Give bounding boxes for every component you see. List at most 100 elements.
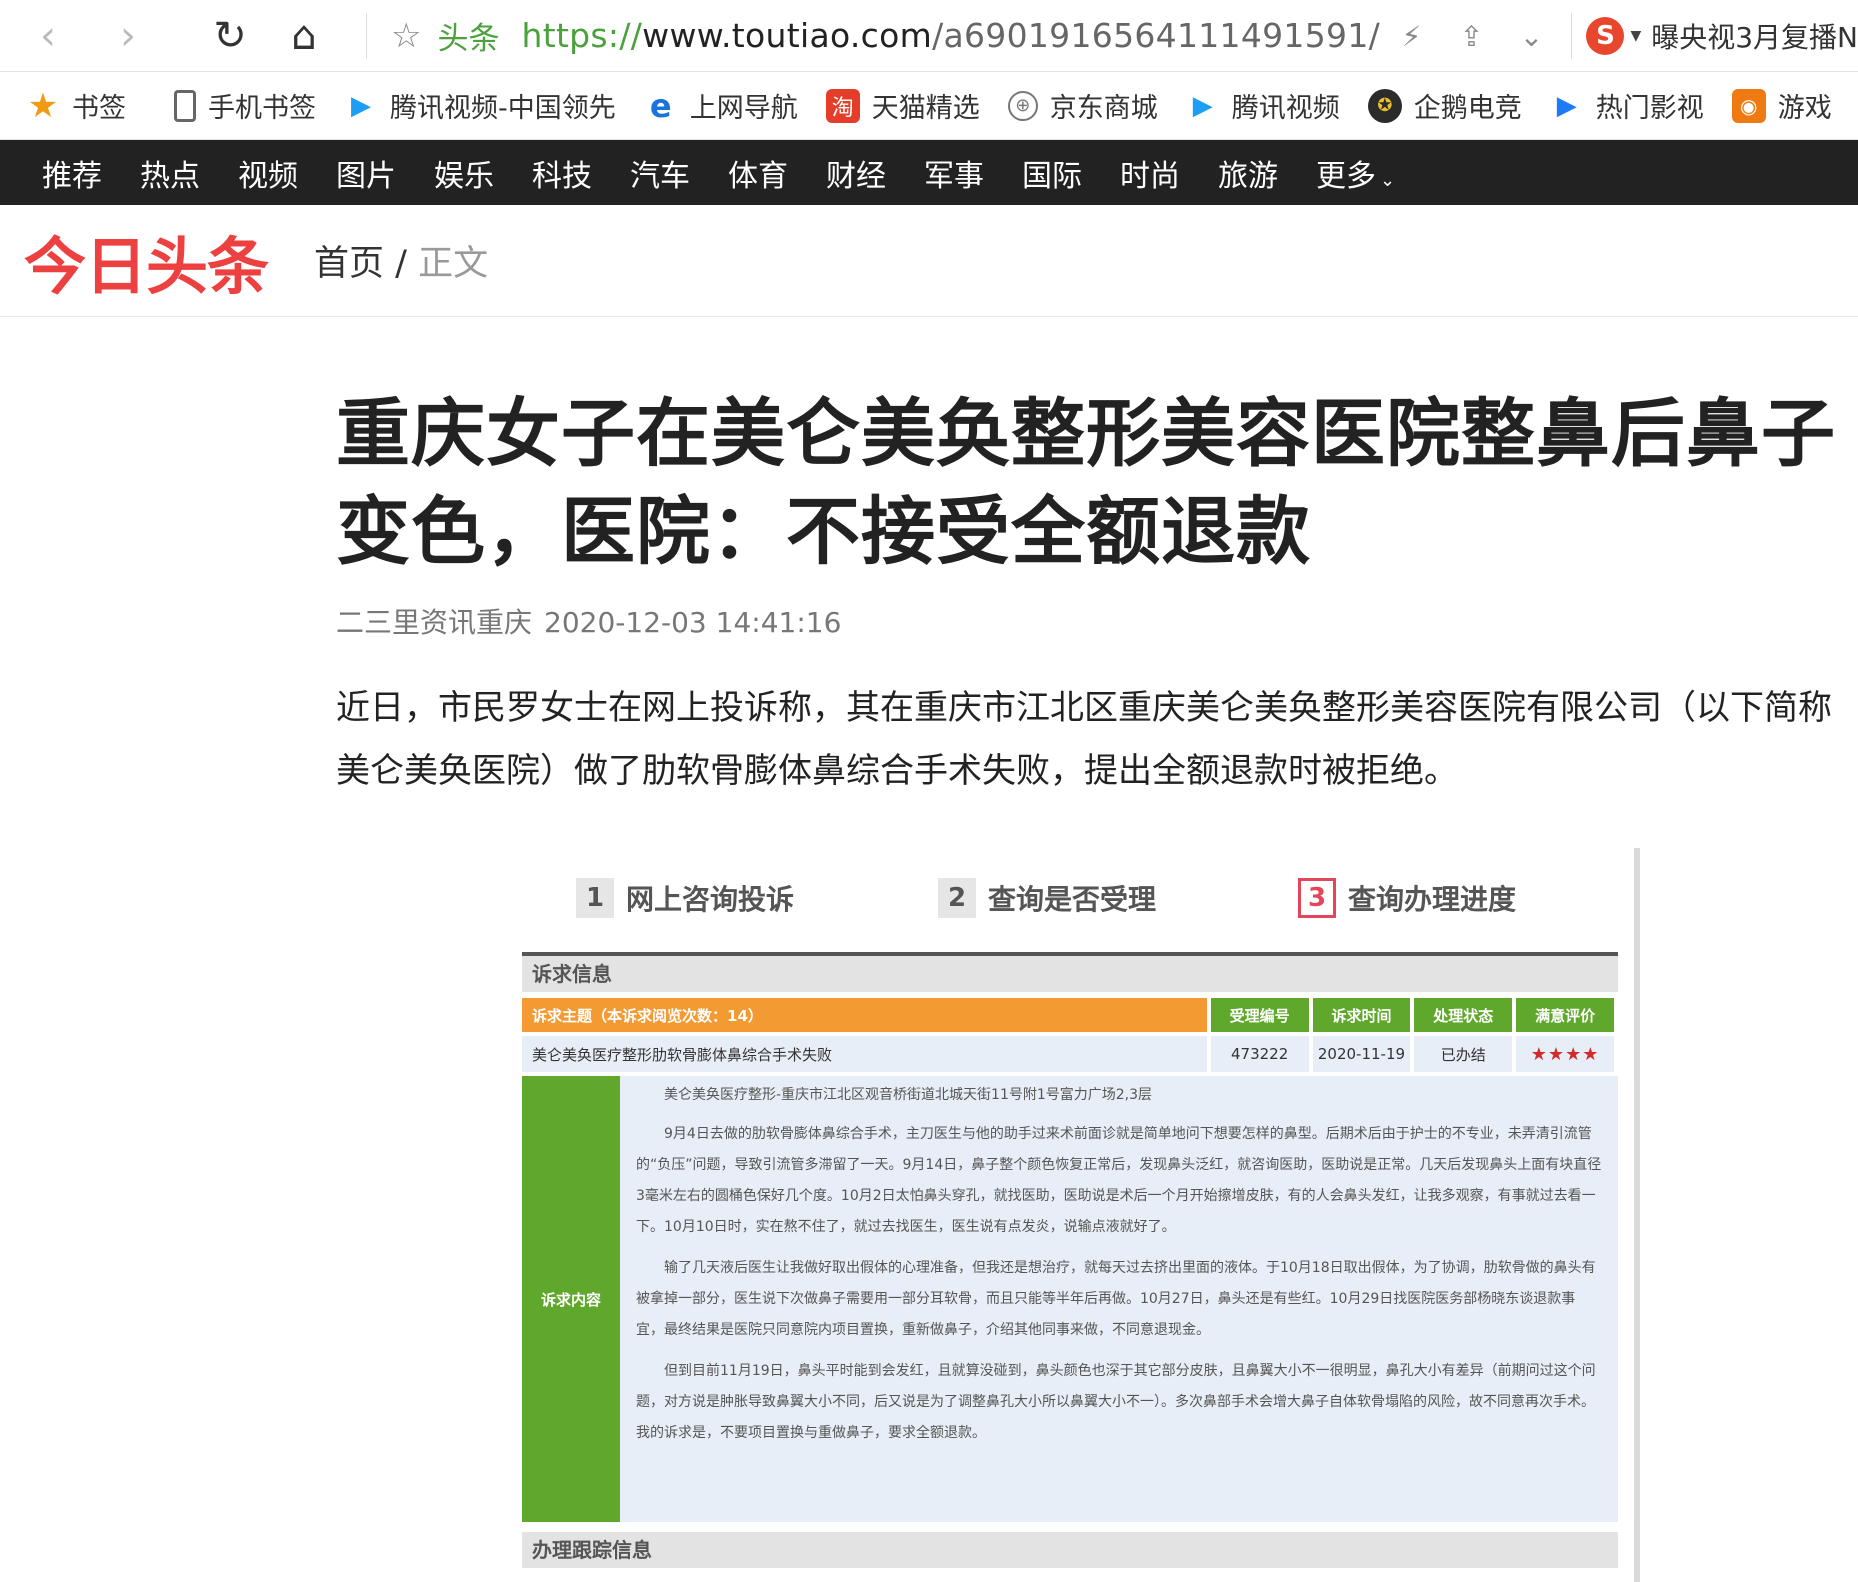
film-icon: ▶ bbox=[1556, 90, 1577, 121]
step-item: 3 查询办理进度 bbox=[1298, 878, 1516, 918]
search-hint[interactable]: 曝央视3月复播N bbox=[1651, 16, 1858, 56]
bookmark-label: 上网导航 bbox=[689, 93, 798, 124]
step-item: 1 网上咨询投诉 bbox=[576, 878, 794, 918]
bookmark-item[interactable]: ⊕ 京东商城 bbox=[1007, 86, 1158, 125]
bookmark-item[interactable]: 手机书签 bbox=[174, 86, 316, 125]
section-title: 办理跟踪信息 bbox=[522, 1532, 1618, 1568]
back-arrow-icon[interactable]: ‹ bbox=[20, 8, 76, 64]
step-number: 2 bbox=[938, 878, 977, 918]
bookmark-label: 腾讯视频-中国领先 bbox=[390, 93, 616, 124]
content-body: 美仑美奂医疗整形-重庆市江北区观音桥街道北城天街11号附1号富力广场2,3层 9… bbox=[620, 1076, 1618, 1522]
tencent-video-icon: ▶ bbox=[351, 90, 371, 121]
nav-item[interactable]: 财经 bbox=[826, 151, 886, 195]
esports-icon: ✪ bbox=[1367, 88, 1402, 123]
bookmark-label: 游戏 bbox=[1777, 93, 1832, 124]
nav-item[interactable]: 军事 bbox=[924, 151, 984, 195]
url-field[interactable]: https://www.toutiao.com/a690191656411149… bbox=[521, 16, 1380, 55]
header-time: 诉求时间 bbox=[1312, 998, 1411, 1032]
reload-icon[interactable]: ↻ bbox=[202, 8, 258, 64]
url-path: /a6901916564111491591/ bbox=[932, 16, 1381, 55]
nav-item[interactable]: 热点 bbox=[140, 151, 200, 195]
logo[interactable]: 今日头条 bbox=[24, 216, 269, 306]
bookmark-item[interactable]: ▶ 腾讯视频 bbox=[1186, 86, 1340, 125]
url-host: www.toutiao.com bbox=[642, 16, 933, 55]
complaint-content: 诉求内容 美仑美奂医疗整形-重庆市江北区观音桥街道北城天街11号附1号富力广场2… bbox=[522, 1076, 1618, 1522]
header-rating: 满意评价 bbox=[1516, 998, 1614, 1032]
cell-rating-stars: ★★★★ bbox=[1516, 1036, 1614, 1072]
forward-arrow-icon[interactable]: › bbox=[100, 8, 156, 64]
sogou-search-icon[interactable]: S bbox=[1586, 17, 1625, 55]
share-icon[interactable]: ⇪ bbox=[1441, 20, 1501, 53]
article-title: 重庆女子在美仑美奂整形美容医院整鼻后鼻子变色，医院：不接受全额退款 bbox=[336, 391, 1836, 575]
nav-item[interactable]: 娱乐 bbox=[434, 151, 494, 195]
nav-more[interactable]: 更多 ⌄ bbox=[1316, 151, 1395, 195]
step-number: 1 bbox=[576, 878, 614, 918]
cell-subject: 美仑美奂医疗整形肋软骨膨体鼻综合手术失败 bbox=[522, 1036, 1207, 1072]
site-header: 今日头条 首页 / 正文 bbox=[0, 205, 1858, 317]
complaint-table: 诉求信息 诉求主题（本诉求阅览次数：14） 受理编号 诉求时间 处理状态 满意评… bbox=[522, 952, 1618, 1568]
bookmark-label: 腾讯视频 bbox=[1231, 93, 1340, 124]
phone-icon bbox=[174, 89, 196, 122]
bookmark-item[interactable]: ◉ 游戏 bbox=[1731, 86, 1832, 125]
step-item: 2 查询是否受理 bbox=[938, 878, 1156, 918]
nav-item[interactable]: 体育 bbox=[728, 151, 788, 195]
content-label: 诉求内容 bbox=[522, 1076, 620, 1522]
nav-more-label: 更多 bbox=[1316, 158, 1376, 194]
address-bar-tools: ⚡ ⇪ ⌄ S ▼ 曝央视3月复播N bbox=[1381, 0, 1858, 72]
steps-bar: 1 网上咨询投诉 2 查询是否受理 3 查询办理进度 bbox=[500, 848, 1634, 948]
engine-caret-icon[interactable]: ▼ bbox=[1630, 28, 1641, 44]
game-icon: ◉ bbox=[1731, 88, 1766, 123]
table-header-row: 诉求主题（本诉求阅览次数：14） 受理编号 诉求时间 处理状态 满意评价 bbox=[522, 998, 1618, 1032]
step-label: 查询是否受理 bbox=[988, 883, 1157, 916]
content-paragraph: 美仑美奂医疗整形-重庆市江北区观音桥街道北城天街11号附1号富力广场2,3层 bbox=[664, 1087, 1153, 1103]
home-icon[interactable]: ⌂ bbox=[276, 8, 332, 64]
article-source[interactable]: 二三里资讯重庆 bbox=[336, 606, 532, 639]
bookmark-item[interactable]: e 上网导航 bbox=[644, 86, 798, 125]
section-title: 诉求信息 bbox=[522, 952, 1618, 992]
nav-item[interactable]: 国际 bbox=[1022, 151, 1082, 195]
header-subject: 诉求主题（本诉求阅览次数：14） bbox=[522, 998, 1207, 1032]
nav-item[interactable]: 时尚 bbox=[1120, 151, 1180, 195]
bookmark-label: 天猫精选 bbox=[871, 93, 980, 124]
bookmark-label: 企鹅电竞 bbox=[1413, 93, 1522, 124]
dropdown-chevron-icon[interactable]: ⌄ bbox=[1501, 20, 1561, 53]
bookmark-label: 书签 bbox=[72, 93, 126, 124]
tmall-icon: 淘 bbox=[825, 88, 860, 123]
step-number: 3 bbox=[1298, 878, 1337, 918]
breadcrumb-separator: / bbox=[395, 244, 407, 284]
chevron-down-icon: ⌄ bbox=[1380, 169, 1396, 191]
bookmark-item[interactable]: ★ 书签 bbox=[26, 85, 126, 126]
ie-icon: e bbox=[649, 86, 672, 125]
url-scheme: https:// bbox=[521, 16, 643, 55]
nav-item[interactable]: 推荐 bbox=[42, 151, 102, 195]
nav-item[interactable]: 图片 bbox=[336, 151, 396, 195]
bookmark-item[interactable]: ✪ 企鹅电竞 bbox=[1367, 86, 1522, 125]
tencent-video-icon: ▶ bbox=[1192, 90, 1213, 121]
nav-item[interactable]: 旅游 bbox=[1218, 151, 1278, 195]
star-icon: ★ bbox=[27, 85, 59, 126]
nav-item[interactable]: 科技 bbox=[532, 151, 592, 195]
content-paragraph: 输了几天液后医生让我做好取出假体的心理准备，但我还是想治疗，就每天过去挤出里面的… bbox=[636, 1260, 1596, 1338]
article-lead: 近日，市民罗女士在网上投诉称，其在重庆市江北区重庆美仑美奂整形美容医院有限公司（… bbox=[336, 688, 1832, 791]
cell-status: 已办结 bbox=[1414, 1036, 1513, 1072]
nav-item[interactable]: 视频 bbox=[238, 151, 298, 195]
address-divider bbox=[1571, 13, 1573, 59]
address-divider bbox=[366, 12, 367, 59]
cell-time: 2020-11-19 bbox=[1312, 1036, 1411, 1072]
nav-item[interactable]: 汽车 bbox=[630, 151, 690, 195]
site-tag: 头条 bbox=[437, 21, 500, 57]
browser-address-bar: ‹ › ↻ ⌂ ☆ 头条 https://www.toutiao.com/a69… bbox=[0, 0, 1858, 72]
header-status: 处理状态 bbox=[1414, 998, 1513, 1032]
article: 重庆女子在美仑美奂整形美容医院整鼻后鼻子变色，医院：不接受全额退款 二三里资讯重… bbox=[336, 385, 1836, 803]
bookmark-item[interactable]: 淘天猫精选 bbox=[825, 86, 980, 125]
bookmark-star-icon[interactable]: ☆ bbox=[391, 16, 421, 56]
breadcrumb: 首页 / 正文 bbox=[314, 235, 488, 286]
bookmark-item[interactable]: ▶ 热门影视 bbox=[1550, 86, 1704, 125]
step-label: 网上咨询投诉 bbox=[626, 883, 795, 916]
step-label: 查询办理进度 bbox=[1348, 883, 1517, 916]
breadcrumb-current: 正文 bbox=[418, 244, 489, 284]
bookmark-item[interactable]: ▶ 腾讯视频-中国领先 bbox=[344, 86, 616, 125]
breadcrumb-home[interactable]: 首页 bbox=[314, 244, 384, 284]
lightning-icon[interactable]: ⚡ bbox=[1381, 20, 1441, 53]
bookmarks-bar: ★ 书签 手机书签 ▶ 腾讯视频-中国领先 e 上网导航 淘天猫精选 ⊕ 京东商城 ▶ 腾… bbox=[0, 72, 1858, 140]
